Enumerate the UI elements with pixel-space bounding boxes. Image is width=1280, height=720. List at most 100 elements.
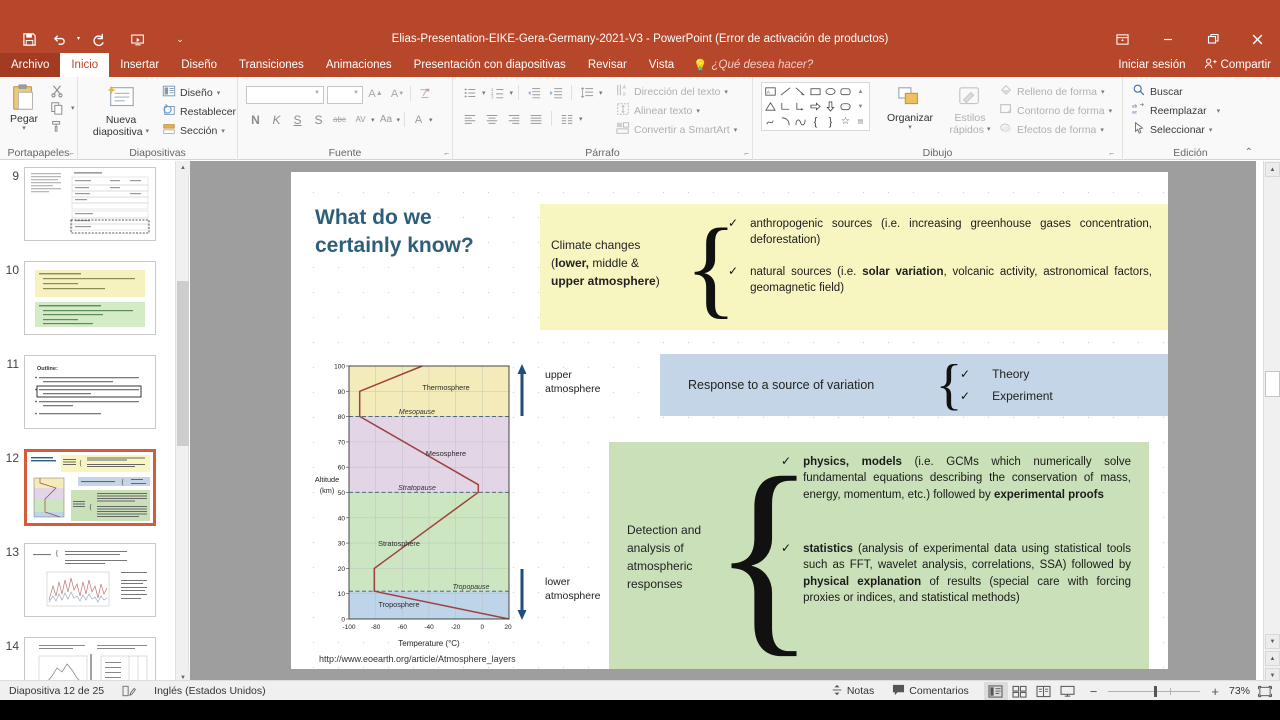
arrange-caret-icon[interactable]: ▾ [908, 124, 912, 132]
quick-styles-button[interactable]: Estilos rápidos ▾ [943, 85, 997, 136]
font-size-dropdown-icon[interactable]: ▼ [350, 85, 362, 101]
thumbnail-preview-selected[interactable]: {{{ [24, 449, 156, 526]
arrange-button[interactable]: Organizar ▾ [881, 85, 939, 132]
find-button[interactable]: Buscar [1132, 82, 1220, 101]
green-content-box[interactable]: Detection and analysis of atmospheric re… [609, 442, 1149, 669]
thumbnail-item-9[interactable]: 9 [0, 167, 175, 241]
thumbnail-item-14[interactable]: 14 [0, 637, 175, 685]
thumbnail-scroll-up-button[interactable]: ▲ [176, 161, 190, 175]
new-slide-button[interactable]: Nueva diapositiva ▾ [86, 83, 156, 138]
slide-counter[interactable]: Diapositiva 12 de 25 [0, 681, 113, 701]
shapes-gallery[interactable]: A ▲ ▼ {} ☆ ▤ [761, 82, 870, 131]
view-slide-sorter-button[interactable] [1008, 682, 1032, 700]
font-color-button[interactable]: A [409, 111, 428, 129]
triangle-shape-icon[interactable] [763, 99, 778, 114]
character-spacing-caret-icon[interactable]: ▾ [371, 116, 375, 124]
scroll-thumb[interactable] [1265, 371, 1280, 397]
replace-caret-icon[interactable]: ▾ [1217, 107, 1221, 115]
align-center-button[interactable] [482, 110, 502, 127]
increase-indent-button[interactable] [546, 84, 566, 101]
thumbnail-preview[interactable] [24, 261, 156, 335]
select-button[interactable]: Seleccionar ▾ [1132, 120, 1220, 139]
thumbnail-preview[interactable] [24, 167, 156, 241]
align-text-caret-icon[interactable]: ▾ [696, 107, 700, 115]
font-color-caret-icon[interactable]: ▾ [429, 116, 433, 124]
paste-caret-icon[interactable]: ▾ [22, 125, 26, 133]
font-dialog-launcher-icon[interactable]: ⌐ [444, 149, 449, 158]
slide-editing-surface[interactable]: What do we certainly know? Climate chang… [291, 172, 1168, 669]
scroll-up-button[interactable]: ▲ [1265, 162, 1280, 177]
text-direction-button[interactable]: Aa Dirección del texto ▾ [616, 82, 737, 101]
columns-caret-icon[interactable]: ▾ [579, 115, 583, 123]
canvas-vertical-scrollbar[interactable]: ▲ ▼ ▲ ▼ [1263, 161, 1280, 685]
elbow-arrow-connector-icon[interactable] [793, 99, 808, 114]
slide-thumbnail-pane[interactable]: 9 10 11 Outline: 12 {{{13 {14 [0, 161, 175, 685]
textbox-shape-icon[interactable]: A [763, 84, 778, 99]
minimize-button[interactable] [1145, 25, 1190, 53]
smartart-caret-icon[interactable]: ▾ [734, 126, 738, 134]
ribbon-tab-transiciones[interactable]: Transiciones [228, 53, 315, 77]
atmosphere-layers-chart[interactable]: Thermosphere Mesosphere Stratosphere Tro… [309, 354, 564, 664]
shape-outline-caret-icon[interactable]: ▾ [1109, 107, 1113, 115]
restore-button[interactable] [1190, 25, 1235, 53]
undo-icon[interactable] [44, 26, 74, 52]
thumbnail-preview[interactable] [24, 637, 156, 685]
line-spacing-button[interactable] [577, 84, 597, 101]
thumbnail-item-11[interactable]: 11 Outline: [0, 355, 175, 429]
previous-slide-button[interactable]: ▲ [1265, 651, 1280, 666]
convert-smartart-button[interactable]: Convertir a SmartArt ▾ [616, 120, 737, 139]
shape-outline-button[interactable]: Contorno de forma ▾ [999, 101, 1112, 120]
ribbon-tab-archivo[interactable]: Archivo [0, 53, 61, 77]
ribbon-tab-animaciones[interactable]: Animaciones [315, 53, 403, 77]
shape-effects-button[interactable]: Efectos de forma ▾ [999, 120, 1112, 139]
italic-button[interactable]: K [267, 111, 286, 129]
tell-me-box[interactable]: 💡 ¿Qué desea hacer? [685, 53, 821, 77]
shapes-scroll-up-icon[interactable]: ▲ [853, 84, 868, 99]
share-button[interactable]: Compartir [1195, 53, 1280, 77]
right-brace-shape-icon[interactable]: } [823, 114, 838, 129]
ribbon-tab-presentacion[interactable]: Presentación con diapositivas [403, 53, 577, 77]
shape-fill-caret-icon[interactable]: ▾ [1101, 88, 1105, 96]
shapes-more-icon[interactable]: ▤ [853, 114, 868, 129]
yellow-content-box[interactable]: Climate changes (lower, middle & upper a… [540, 204, 1168, 330]
thumbnail-scroll-thumb[interactable] [177, 281, 189, 446]
arc-shape-icon[interactable] [778, 114, 793, 129]
format-painter-button[interactable] [47, 116, 67, 133]
change-case-button[interactable]: Aa [377, 111, 396, 129]
clear-formatting-button[interactable] [414, 85, 433, 103]
customize-qat-icon[interactable]: ⌄ [165, 26, 195, 52]
oval-shape-icon[interactable] [823, 84, 838, 99]
new-slide-caret-icon[interactable]: ▾ [146, 128, 150, 136]
redo-icon[interactable] [83, 26, 113, 52]
align-text-button[interactable]: Alinear texto ▾ [616, 101, 737, 120]
bold-button[interactable]: N [246, 111, 265, 129]
cut-button[interactable] [47, 82, 67, 99]
text-direction-caret-icon[interactable]: ▾ [724, 88, 728, 96]
zoom-out-button[interactable]: − [1090, 684, 1098, 699]
slide-title[interactable]: What do we certainly know? [315, 204, 474, 261]
underline-button[interactable]: S [288, 111, 307, 129]
bullets-button[interactable] [460, 84, 480, 101]
ribbon-tab-inicio[interactable]: Inicio [60, 53, 110, 77]
increase-font-size-button[interactable]: A ▲ [366, 85, 385, 103]
strikethrough-button[interactable]: abc [330, 111, 349, 129]
drawing-dialog-launcher-icon[interactable]: ⌐ [1109, 149, 1114, 158]
paste-button[interactable]: Pegar ▾ [3, 82, 45, 133]
zoom-level[interactable]: 73% [1223, 681, 1256, 701]
paragraph-dialog-launcher-icon[interactable]: ⌐ [744, 149, 749, 158]
rectangle-shape-icon[interactable] [808, 84, 823, 99]
ribbon-tab-insertar[interactable]: Insertar [109, 53, 170, 77]
elbow-connector-icon[interactable] [778, 99, 793, 114]
view-reading-button[interactable] [1032, 682, 1056, 700]
thumbnail-scrollbar[interactable]: ▲ ▼ [175, 161, 190, 685]
thumbnail-item-12[interactable]: 12 {{{ [0, 449, 175, 526]
scribble-shape-icon[interactable] [763, 114, 778, 129]
select-caret-icon[interactable]: ▾ [1209, 126, 1213, 134]
bullets-caret-icon[interactable]: ▾ [482, 89, 486, 97]
comments-button[interactable]: Comentarios [883, 681, 978, 701]
zoom-slider[interactable] [1108, 685, 1201, 697]
clipboard-dialog-launcher-icon[interactable]: ⌐ [69, 149, 74, 158]
font-name-dropdown-icon[interactable]: ▼ [311, 85, 323, 101]
numbering-caret-icon[interactable]: ▾ [510, 89, 514, 97]
language-indicator[interactable]: Inglés (Estados Unidos) [145, 681, 274, 701]
